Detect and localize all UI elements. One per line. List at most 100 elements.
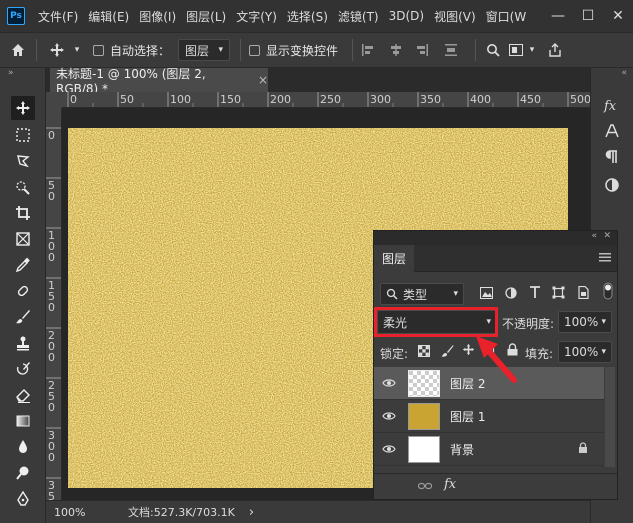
align-right-icon[interactable] <box>409 43 435 57</box>
image-filter-icon[interactable] <box>480 287 493 302</box>
search-icon[interactable] <box>480 43 506 57</box>
clone-stamp-tool[interactable] <box>11 331 35 355</box>
divider <box>240 39 242 61</box>
eye-icon[interactable] <box>374 444 404 454</box>
smart-object-filter-icon[interactable] <box>577 285 589 302</box>
eyedropper-tool[interactable] <box>11 253 35 277</box>
fx-icon[interactable]: fx <box>601 94 623 116</box>
opacity-value: 100% <box>564 315 599 329</box>
opacity-field[interactable]: 100% ▾ <box>558 311 612 333</box>
chevron-right-icon[interactable]: › <box>249 505 254 520</box>
type-filter-icon[interactable] <box>529 286 541 302</box>
layers-panel-footer: fx <box>374 473 617 499</box>
ruler-label: 400 <box>470 93 491 106</box>
menu-3d[interactable]: 3D(D) <box>389 9 424 23</box>
tab-layers[interactable]: 图层 <box>374 244 415 272</box>
menu-select[interactable]: 选择(S) <box>287 8 328 25</box>
adjust-icon[interactable] <box>601 174 623 196</box>
align-left-icon[interactable] <box>353 43 383 57</box>
crop-tool[interactable] <box>11 201 35 225</box>
panel-menu-icon[interactable] <box>599 251 611 265</box>
layer-row-layer1[interactable]: 图层 1 <box>374 400 604 433</box>
blur-tool[interactable] <box>11 435 35 459</box>
menu-edit[interactable]: 编辑(E) <box>88 8 129 25</box>
divider <box>36 39 37 61</box>
ps-logo: Ps <box>7 7 25 25</box>
auto-select-label: 自动选择： <box>110 43 171 58</box>
adjustment-filter-icon[interactable] <box>505 287 517 302</box>
align-center-icon[interactable] <box>383 43 409 57</box>
ruler-label: 350 <box>420 93 441 106</box>
vertical-ruler: 0 5 0 1 0 0 1 5 0 2 0 0 2 5 0 3 0 0 3 5 … <box>46 108 62 500</box>
document-tab[interactable]: 未标题-1 @ 100% (图层 2, RGB/8) * × <box>50 67 268 96</box>
distribute-icon[interactable] <box>435 43 467 57</box>
move-tool[interactable] <box>11 96 35 120</box>
marquee-tool[interactable] <box>11 123 35 147</box>
lasso-tool[interactable] <box>11 149 35 173</box>
fx-icon[interactable]: fx <box>444 477 456 492</box>
close-tab-icon[interactable]: × <box>258 73 268 87</box>
link-icon[interactable] <box>417 480 433 494</box>
collapse-icon[interactable]: » <box>8 68 14 78</box>
menu-layer[interactable]: 图层(L) <box>186 8 226 25</box>
menu-image[interactable]: 图像(I) <box>139 8 176 25</box>
show-transform-checkbox[interactable] <box>249 44 261 56</box>
auto-select-target-dropdown[interactable]: 图层 ▾ <box>178 39 231 61</box>
quick-select-tool[interactable] <box>11 175 35 199</box>
close-icon[interactable]: ✕ <box>603 231 611 241</box>
red-arrow-icon <box>476 336 517 383</box>
healing-brush-tool[interactable] <box>11 279 35 303</box>
chevron-down-icon[interactable]: ▾ <box>526 45 538 55</box>
chevron-down-icon: ▾ <box>453 289 458 299</box>
frame-tool[interactable] <box>11 227 35 251</box>
menu-filter[interactable]: 滤镜(T) <box>338 8 379 25</box>
layer-thumbnail-white <box>408 435 440 463</box>
zoom-level[interactable]: 100% <box>54 506 124 519</box>
fill-field[interactable]: 100% ▾ <box>558 341 612 363</box>
layers-scrollbar[interactable] <box>605 367 615 467</box>
pen-tool[interactable] <box>11 487 35 511</box>
share-icon[interactable] <box>542 43 568 57</box>
show-transform-label: 显示变换控件 <box>266 43 339 58</box>
menu-window[interactable]: 窗口(W <box>486 8 527 25</box>
filter-toggle[interactable] <box>603 282 613 303</box>
eye-icon[interactable] <box>374 378 404 388</box>
status-bar: 100% 文档:527.3K/703.1K › <box>46 500 590 523</box>
divider <box>475 39 477 61</box>
home-icon[interactable] <box>0 42 36 58</box>
layer-filter-dropdown[interactable]: 类型 ▾ <box>380 283 464 305</box>
brush-tool[interactable] <box>11 305 35 329</box>
character-icon[interactable] <box>601 120 623 142</box>
collapse-icon[interactable]: « <box>621 68 627 78</box>
lock-transparent-icon[interactable] <box>418 345 430 360</box>
shape-filter-icon[interactable] <box>552 286 565 302</box>
lock-pixels-icon[interactable] <box>441 344 454 360</box>
ruler-label: 450 <box>520 93 541 106</box>
chevron-down-icon[interactable]: ▾ <box>71 45 83 55</box>
auto-select-checkbox[interactable] <box>93 44 104 56</box>
close-button[interactable]: ✕ <box>603 0 633 32</box>
dodge-tool[interactable] <box>11 461 35 485</box>
collapse-icon[interactable]: « <box>591 231 597 241</box>
menu-file[interactable]: 文件(F) <box>38 8 78 25</box>
gradient-tool[interactable] <box>11 409 35 433</box>
minimize-button[interactable]: — <box>543 0 573 32</box>
maximize-button[interactable]: ☐ <box>573 0 603 32</box>
search-icon <box>386 288 398 300</box>
ruler-label: 150 <box>220 93 241 106</box>
tools-panel: » <box>0 68 46 523</box>
eraser-tool[interactable] <box>11 383 35 407</box>
svg-text:fx: fx <box>603 99 617 113</box>
history-brush-tool[interactable] <box>11 357 35 381</box>
paragraph-icon[interactable] <box>601 146 623 168</box>
menu-view[interactable]: 视图(V) <box>434 8 476 25</box>
layer-name: 图层 1 <box>450 409 486 424</box>
auto-select-target: 图层 <box>185 43 210 58</box>
move-tool-icon[interactable] <box>43 42 71 58</box>
eye-icon[interactable] <box>374 411 404 421</box>
menu-type[interactable]: 文字(Y) <box>236 8 277 25</box>
workspace-icon[interactable] <box>506 44 526 56</box>
ruler-label: 100 <box>170 93 191 106</box>
layer-row-background[interactable]: 背景 <box>374 433 604 466</box>
layers-panel-header: 图层 <box>374 244 617 272</box>
